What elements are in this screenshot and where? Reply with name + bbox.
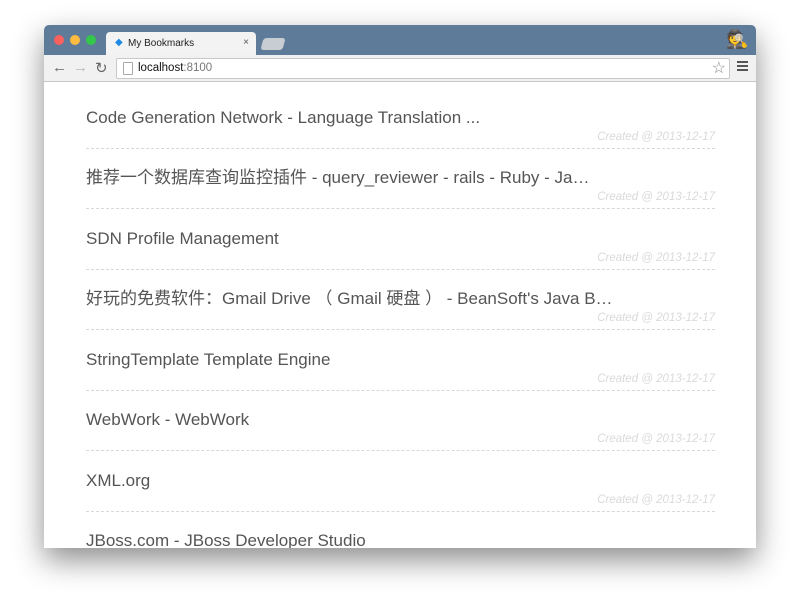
bookmark-title[interactable]: 好玩的免费软件：Gmail Drive （ Gmail 硬盘 ） - BeanS… (86, 289, 715, 309)
url-host: localhost (138, 62, 184, 74)
back-icon[interactable]: ← (52, 59, 67, 76)
browser-toolbar: ← → ↻ localhost:8100 ☆ (44, 55, 756, 82)
bookmark-item: 推荐一个数据库查询监控插件 - query_reviewer - rails -… (86, 149, 715, 209)
bookmark-created: Created @ 2013-12-17 (597, 130, 715, 143)
tab-title: My Bookmarks (128, 38, 195, 49)
url-text[interactable]: localhost:8100 (138, 62, 212, 74)
tab-close-icon[interactable]: × (243, 37, 249, 48)
bookmark-item: SDN Profile Management Created @ 2013-12-… (86, 209, 715, 270)
page-icon (123, 62, 133, 75)
minimize-window-button[interactable] (70, 35, 80, 45)
bookmark-title[interactable]: XML.org (86, 471, 715, 491)
incognito-icon: 🕵 (726, 29, 749, 49)
title-bar: ◆ My Bookmarks × 🕵 (44, 25, 756, 55)
bookmark-created: Created @ 2013-12-17 (597, 251, 715, 264)
bookmark-title[interactable]: SDN Profile Management (86, 229, 715, 249)
bookmark-created: Created @ 2013-12-17 (597, 493, 715, 506)
bookmark-item: WebWork - WebWork Created @ 2013-12-17 (86, 391, 715, 451)
new-tab-button[interactable] (260, 38, 286, 50)
tab-my-bookmarks[interactable]: ◆ My Bookmarks × (106, 32, 256, 55)
browser-window: ◆ My Bookmarks × 🕵 ← → ↻ localhost:8100 … (44, 25, 756, 548)
bookmark-title[interactable]: WebWork - WebWork (86, 410, 715, 430)
bookmark-item: XML.org Created @ 2013-12-17 (86, 451, 715, 512)
bookmark-title[interactable]: 推荐一个数据库查询监控插件 - query_reviewer - rails -… (86, 168, 715, 188)
url-port: :8100 (183, 62, 213, 74)
bookmark-list: Code Generation Network - Language Trans… (44, 82, 756, 548)
address-bar[interactable]: localhost:8100 ☆ (116, 58, 730, 79)
close-window-button[interactable] (54, 35, 64, 45)
bookmark-item: 好玩的免费软件：Gmail Drive （ Gmail 硬盘 ） - BeanS… (86, 270, 715, 330)
zoom-window-button[interactable] (86, 35, 96, 45)
bookmark-title[interactable]: StringTemplate Template Engine (86, 350, 715, 370)
bookmark-created: Created @ 2013-12-17 (597, 372, 715, 385)
bookmark-item: Code Generation Network - Language Trans… (86, 88, 715, 149)
bookmark-created: Created @ 2013-12-17 (597, 312, 715, 324)
favicon-icon: ◆ (115, 37, 123, 48)
bookmark-title[interactable]: Code Generation Network - Language Trans… (86, 108, 715, 128)
bookmark-star-icon[interactable]: ☆ (712, 58, 726, 78)
bookmark-created: Created @ 2013-12-17 (597, 191, 715, 203)
menu-icon[interactable] (737, 61, 748, 73)
bookmark-item: JBoss.com - JBoss Developer Studio (86, 512, 715, 548)
bookmark-item: StringTemplate Template Engine Created @ … (86, 330, 715, 391)
forward-icon[interactable]: → (73, 59, 88, 76)
bookmark-title[interactable]: JBoss.com - JBoss Developer Studio (86, 531, 715, 548)
bookmark-created: Created @ 2013-12-17 (597, 433, 715, 445)
reload-icon[interactable]: ↻ (95, 59, 108, 77)
